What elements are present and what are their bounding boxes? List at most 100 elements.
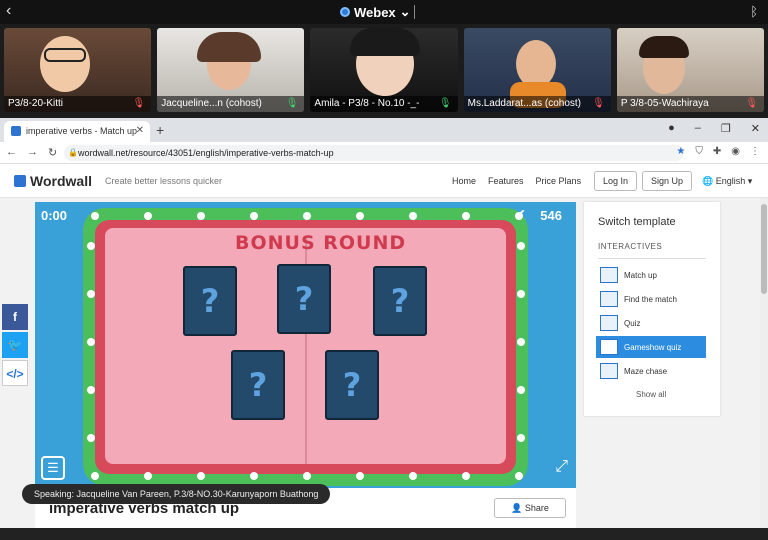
show-all-link[interactable]: Show all — [636, 390, 666, 399]
chevron-down-icon: ⌄ — [399, 4, 411, 19]
template-find-the-match[interactable]: Find the match — [596, 288, 706, 310]
frame-light — [356, 212, 364, 220]
signup-button[interactable]: Sign Up — [642, 171, 693, 191]
gameshow-quiz-icon — [600, 339, 618, 355]
more-icon[interactable]: ⋮ — [750, 146, 760, 157]
maximize-icon[interactable]: ❐ — [721, 122, 731, 135]
mic-muted-icon: 🎙 — [592, 98, 605, 109]
language-selector[interactable]: 🌐 English ▾ — [702, 176, 752, 187]
lock-icon: 🔒 — [68, 148, 78, 157]
frame-light — [197, 472, 205, 480]
frame-light — [250, 212, 258, 220]
template-quiz[interactable]: Quiz — [596, 312, 706, 334]
bonus-card[interactable]: ? — [325, 350, 379, 420]
frame-light — [250, 472, 258, 480]
frame-light — [517, 434, 525, 442]
frame-light — [517, 290, 525, 298]
template-maze-chase[interactable]: Maze chase — [596, 360, 706, 382]
url-input[interactable]: 🔒 wordwall.net/resource/43051/english/im… — [64, 145, 684, 161]
frame-light — [87, 338, 95, 346]
webex-title-label: Webex — [354, 4, 396, 20]
participant-tile[interactable]: Ms.Laddarat...as (cohost) 🎙 — [463, 28, 611, 112]
check-icon: ✔ — [514, 206, 526, 222]
bonus-card[interactable]: ? — [183, 266, 237, 336]
puzzle-icon[interactable]: ✚ — [713, 146, 721, 157]
participant-name: Amila - P3/8 - No.10 -_- — [314, 98, 420, 109]
game-score: 546 — [540, 208, 562, 223]
participant-name: P3/8-20-Kitti — [8, 98, 64, 109]
participant-tile[interactable]: P3/8-20-Kitti 🎙 — [4, 28, 152, 112]
switch-template-panel: Switch template INTERACTIVES Match up Fi… — [584, 202, 720, 416]
twitter-icon[interactable]: 🐦 — [2, 332, 28, 358]
speaking-indicator: Speaking: Jacqueline Van Pareen, P.3/8-N… — [22, 484, 331, 504]
bonus-card[interactable]: ? — [231, 350, 285, 420]
wordwall-logo-icon — [14, 175, 26, 187]
main-nav: Home Features Price Plans — [452, 176, 581, 186]
share-button[interactable]: 👤 Share — [494, 498, 566, 518]
nav-buttons: ← → ↻ — [6, 146, 57, 159]
frame-light — [356, 472, 364, 480]
participant-tile[interactable]: Amila - P3/8 - No.10 -_- 🎙 — [310, 28, 458, 112]
quiz-icon — [600, 315, 618, 331]
template-match-up[interactable]: Match up — [596, 264, 706, 286]
back-arrow-icon[interactable]: ← — [6, 146, 17, 159]
avatar[interactable]: ◉ — [731, 146, 740, 157]
screen: ‹ Webex ⌄ ᛒ P3/8-20-Kitti 🎙 Jacqueline..… — [0, 0, 768, 540]
frame-light — [409, 472, 417, 480]
fullscreen-icon[interactable]: ⤢ — [555, 458, 568, 476]
embed-icon[interactable]: </> — [2, 360, 28, 386]
webex-logo-icon — [340, 7, 350, 17]
page-scrollbar[interactable] — [760, 198, 768, 528]
mic-active-icon: 🎙 — [285, 98, 299, 109]
bonus-card[interactable]: ? — [277, 264, 331, 334]
login-button[interactable]: Log In — [594, 171, 638, 191]
back-icon[interactable]: ‹ — [6, 2, 11, 20]
bonus-round-banner: BONUS ROUND — [235, 232, 407, 254]
facebook-icon[interactable]: f — [2, 304, 28, 330]
game-canvas[interactable]: 0:00 ✔ 546 BONUS ROUND ? ? ? ? ? ☰ ⤢ — [35, 202, 576, 489]
nav-price-plans[interactable]: Price Plans — [536, 176, 582, 186]
nav-features[interactable]: Features — [488, 176, 524, 186]
wordwall-favicon-icon — [11, 126, 21, 136]
participant-tile[interactable]: Jacqueline...n (cohost) 🎙 — [157, 28, 305, 112]
participant-tile[interactable]: P 3/8-05-Wachiraya 🎙 — [616, 28, 765, 112]
find-the-match-icon — [600, 291, 618, 307]
close-tab-icon[interactable]: ✕ — [136, 125, 144, 136]
nav-home[interactable]: Home — [452, 176, 476, 186]
browser-tab[interactable]: imperative verbs - Match up ✕ — [4, 121, 150, 142]
tab-title: imperative verbs - Match up — [26, 126, 138, 136]
window-controls: ● – ❐ ✕ — [668, 122, 760, 135]
star-icon[interactable]: ★ — [676, 146, 685, 157]
profile-icon[interactable]: ● — [668, 122, 675, 135]
frame-light — [462, 472, 470, 480]
template-gameshow-quiz[interactable]: Gameshow quiz — [596, 336, 706, 358]
social-share-bar: f 🐦 </> — [2, 304, 28, 388]
mic-muted-icon: 🎙 — [745, 98, 759, 109]
wordwall-logo[interactable]: Wordwall — [14, 173, 92, 189]
reload-icon[interactable]: ↻ — [48, 146, 57, 159]
tab-strip: imperative verbs - Match up ✕ + ● – ❐ ✕ — [0, 118, 768, 142]
game-menu-icon[interactable]: ☰ — [41, 456, 65, 480]
browser-window: imperative verbs - Match up ✕ + ● – ❐ ✕ … — [0, 118, 768, 528]
page-content: 0:00 ✔ 546 BONUS ROUND ? ? ? ? ? ☰ ⤢ f 🐦… — [0, 198, 768, 528]
new-tab-icon[interactable]: + — [156, 122, 164, 138]
frame-light — [303, 212, 311, 220]
frame-light — [517, 338, 525, 346]
webex-title[interactable]: Webex ⌄ — [340, 4, 411, 20]
minimize-icon[interactable]: – — [695, 122, 701, 135]
frame-light — [197, 212, 205, 220]
panel-title: Switch template — [598, 216, 676, 228]
frame-light — [462, 212, 470, 220]
divider — [598, 258, 706, 259]
extensions: ★ ⛉ ✚ ◉ ⋮ — [676, 146, 760, 157]
forward-arrow-icon[interactable]: → — [27, 146, 38, 159]
extension-icon[interactable]: ⛉ — [695, 146, 703, 157]
scrollbar-thumb[interactable] — [761, 204, 767, 294]
game-timer: 0:00 — [41, 208, 68, 223]
mic-muted-icon: 🎙 — [132, 98, 146, 109]
mic-active-icon: 🎙 — [438, 98, 452, 109]
divider — [414, 5, 415, 19]
bonus-card[interactable]: ? — [373, 266, 427, 336]
close-window-icon[interactable]: ✕ — [751, 122, 760, 135]
frame-light — [303, 472, 311, 480]
